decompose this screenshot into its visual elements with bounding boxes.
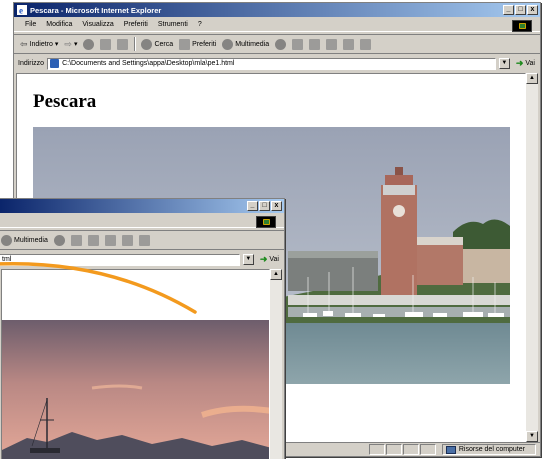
address-bar: tml ▼ ➜ Vai bbox=[0, 252, 284, 267]
search-button[interactable]: Cerca bbox=[141, 38, 174, 50]
edit-icon[interactable] bbox=[104, 234, 116, 246]
title-bar[interactable]: _ □ x bbox=[0, 199, 284, 213]
toolbar-separator bbox=[134, 37, 136, 51]
stop-icon[interactable] bbox=[83, 38, 95, 50]
history-icon[interactable] bbox=[53, 234, 65, 246]
computer-icon bbox=[445, 445, 456, 454]
maximize-button[interactable]: □ bbox=[259, 201, 270, 211]
sunset-harbor-photo bbox=[2, 320, 269, 459]
go-label: Vai bbox=[525, 60, 535, 67]
messenger-icon[interactable] bbox=[138, 234, 150, 246]
title-bar[interactable]: e Pescara - Microsoft Internet Explorer … bbox=[14, 3, 540, 17]
search-label: Cerca bbox=[154, 40, 174, 48]
multimedia-label: Multimedia bbox=[14, 236, 48, 244]
mail-icon[interactable] bbox=[70, 234, 82, 246]
address-input[interactable]: C:\Documents and Settings\appa\Desktop\m… bbox=[47, 57, 496, 70]
print-icon[interactable] bbox=[87, 234, 99, 246]
multimedia-button[interactable]: Multimedia bbox=[222, 38, 270, 50]
chevron-down-icon: ▾ bbox=[54, 41, 59, 48]
forward-button[interactable]: ⇨ ▾ bbox=[64, 39, 77, 50]
address-bar: Indirizzo C:\Documents and Settings\appa… bbox=[14, 56, 540, 71]
windows-logo-icon bbox=[512, 20, 532, 32]
menu-visualizza[interactable]: Visualizza bbox=[77, 21, 118, 28]
maximize-button[interactable]: □ bbox=[515, 5, 526, 15]
edit-icon[interactable] bbox=[326, 38, 338, 50]
status-cells bbox=[368, 444, 436, 455]
multimedia-label: Multimedia bbox=[235, 40, 270, 48]
mail-icon[interactable] bbox=[292, 38, 304, 50]
address-value: tml bbox=[2, 256, 12, 263]
multimedia-icon bbox=[222, 38, 234, 50]
scroll-up-button[interactable]: ▲ bbox=[526, 73, 538, 84]
vertical-scrollbar[interactable]: ▲ bbox=[270, 269, 282, 459]
multimedia-icon bbox=[1, 234, 12, 246]
menu-preferiti[interactable]: Preferiti bbox=[119, 21, 153, 28]
close-button[interactable]: x bbox=[271, 201, 282, 211]
menu-strumenti[interactable]: Strumenti bbox=[153, 21, 193, 28]
favorites-button[interactable]: Preferiti bbox=[179, 38, 217, 50]
go-button[interactable]: ➜ Vai bbox=[257, 254, 284, 265]
minimize-button[interactable]: _ bbox=[503, 5, 514, 15]
status-cell bbox=[368, 444, 385, 455]
favorites-label: Preferiti bbox=[192, 40, 217, 48]
ie-icon: e bbox=[17, 5, 27, 15]
page-content bbox=[1, 269, 270, 459]
address-input[interactable]: tml bbox=[0, 253, 240, 266]
go-label: Vai bbox=[269, 256, 279, 263]
menu-bar: File Modifica Visualizza Preferiti Strum… bbox=[14, 18, 540, 32]
back-label: Indietro bbox=[29, 40, 53, 48]
window-title: Pescara - Microsoft Internet Explorer bbox=[30, 5, 162, 15]
discuss-icon[interactable] bbox=[343, 38, 355, 50]
multimedia-button[interactable]: Multimedia bbox=[1, 234, 48, 246]
menu-bar bbox=[0, 214, 284, 228]
forward-arrow-icon: ⇨ bbox=[64, 38, 72, 49]
messenger-icon[interactable] bbox=[360, 38, 372, 50]
svg-text:e: e bbox=[19, 6, 23, 16]
history-icon[interactable] bbox=[275, 38, 287, 50]
windows-logo-icon bbox=[256, 216, 276, 228]
status-zone: Risorse del computer bbox=[441, 444, 536, 455]
home-icon[interactable] bbox=[117, 38, 129, 50]
status-cell bbox=[385, 444, 402, 455]
status-zone-label: Risorse del computer bbox=[458, 446, 525, 453]
menu-file[interactable]: File bbox=[20, 21, 41, 28]
go-icon: ➜ bbox=[259, 254, 268, 264]
refresh-icon[interactable] bbox=[100, 38, 112, 50]
page-icon bbox=[50, 59, 60, 68]
menu-modifica[interactable]: Modifica bbox=[41, 21, 77, 28]
minimize-button[interactable]: _ bbox=[247, 201, 258, 211]
toolbar: ⇦ Indietro ▾ ⇨ ▾ Cerca Preferiti Multime… bbox=[14, 34, 540, 54]
chevron-down-icon: ▾ bbox=[73, 41, 78, 48]
back-button[interactable]: ⇦ Indietro ▾ bbox=[20, 39, 58, 50]
page-heading: Pescara bbox=[33, 91, 97, 112]
scroll-up-button[interactable]: ▲ bbox=[270, 269, 282, 280]
discuss-icon[interactable] bbox=[121, 234, 133, 246]
address-dropdown-button[interactable]: ▼ bbox=[498, 58, 510, 69]
status-cell bbox=[402, 444, 419, 455]
address-label: Indirizzo bbox=[18, 60, 45, 67]
menu-help[interactable]: ? bbox=[193, 21, 207, 28]
vertical-scrollbar[interactable]: ▲ ▼ bbox=[526, 73, 538, 442]
toolbar: Multimedia bbox=[0, 230, 284, 250]
ie-window-front: _ □ x Multimedia tml ▼ ➜ Vai ▲ bbox=[0, 198, 285, 459]
print-icon[interactable] bbox=[309, 38, 321, 50]
address-value: C:\Documents and Settings\appa\Desktop\m… bbox=[62, 60, 235, 67]
favorites-icon bbox=[179, 38, 191, 50]
back-arrow-icon: ⇦ bbox=[20, 38, 28, 49]
search-icon bbox=[141, 38, 153, 50]
go-button[interactable]: ➜ Vai bbox=[513, 58, 540, 69]
scroll-down-button[interactable]: ▼ bbox=[526, 431, 538, 442]
address-dropdown-button[interactable]: ▼ bbox=[242, 254, 254, 265]
status-cell bbox=[419, 444, 436, 455]
go-icon: ➜ bbox=[515, 58, 524, 68]
close-button[interactable]: x bbox=[527, 5, 538, 15]
